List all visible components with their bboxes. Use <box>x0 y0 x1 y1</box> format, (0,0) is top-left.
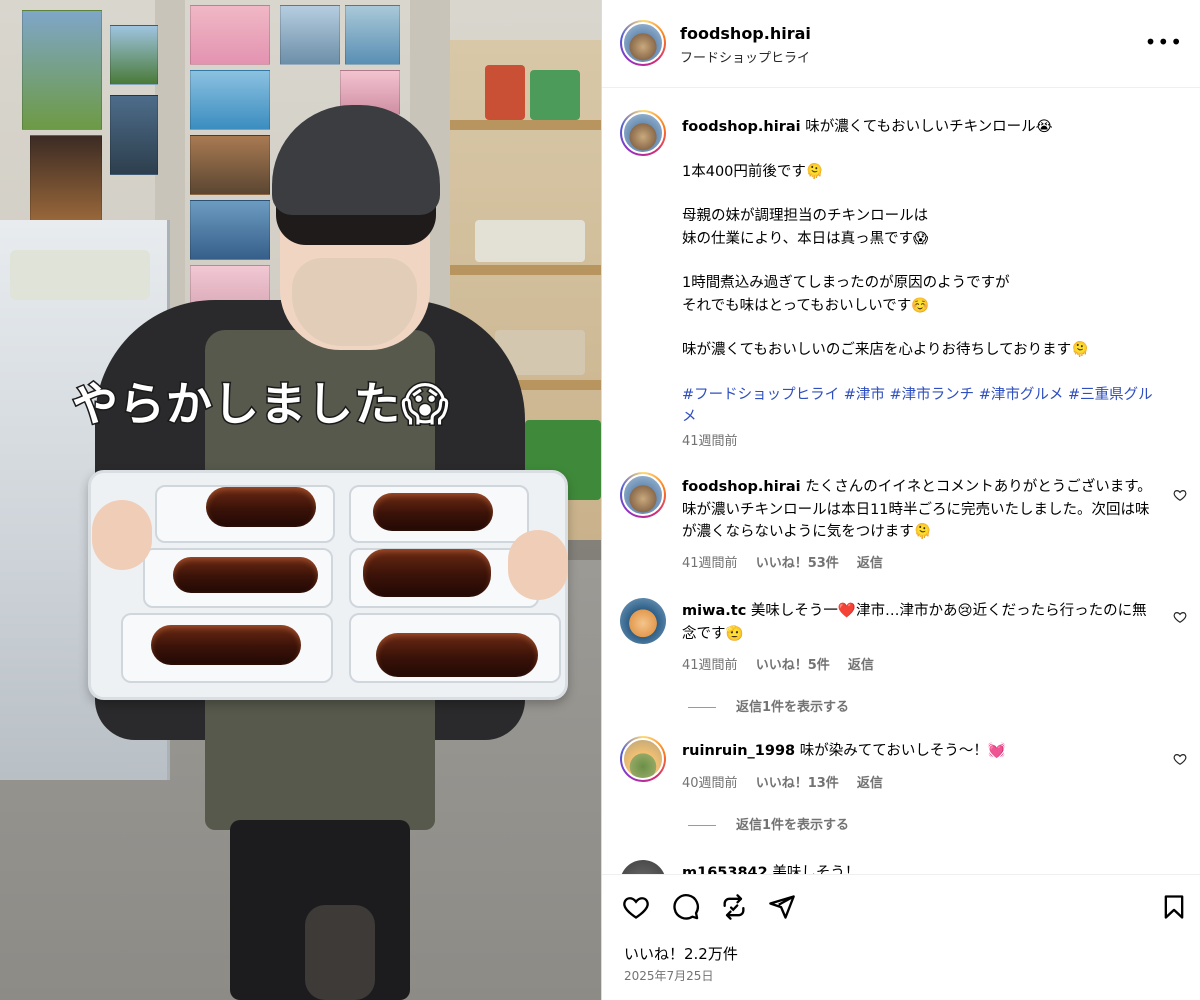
caption-line: それでも味はとってもおいしいです☺️ <box>682 297 930 314</box>
caption-line: 1時間煮込み過ぎてしまったのが原因のようですが <box>682 275 1010 291</box>
comment-body: 味が染みてておいしそう〜！💓 <box>799 743 1006 759</box>
chicken-roll <box>363 549 491 597</box>
avatar[interactable] <box>620 110 666 156</box>
comment-reply-button[interactable]: 返信 <box>848 658 874 673</box>
media-poster <box>30 135 102 225</box>
chicken-roll <box>376 633 538 677</box>
caption-line: 1本400円前後です🫠 <box>682 163 824 180</box>
header-subtitle[interactable]: フードショップヒライ <box>680 47 810 66</box>
caption-line: 味が濃くてもおいしいのご来店を心よりお待ちしております🫠 <box>682 342 1090 358</box>
view-replies-label: 返信1件を表示する <box>736 700 850 715</box>
media-poster <box>110 25 158 85</box>
comment-likes[interactable]: いいね！53件 <box>756 556 839 571</box>
media-poster <box>345 5 400 65</box>
comment-time: 41週間前 <box>682 658 738 673</box>
media-poster <box>22 10 102 130</box>
chicken-roll <box>151 625 301 665</box>
media-poster <box>190 135 270 195</box>
chicken-roll <box>173 557 318 593</box>
caption-username[interactable]: foodshop.hirai <box>682 119 801 135</box>
bookmark-icon[interactable] <box>1160 893 1188 921</box>
comment-like-heart-icon[interactable] <box>1173 752 1187 766</box>
comment-icon[interactable] <box>672 893 700 921</box>
comment-likes[interactable]: いいね！13件 <box>756 776 839 791</box>
shelf-goods <box>485 65 525 120</box>
avatar[interactable] <box>620 20 666 66</box>
person-hand <box>92 500 152 570</box>
comments-scroll-area[interactable]: foodshop.hirai 味が濃くてもおいしいチキンロール😭 1本400円前… <box>602 88 1200 874</box>
avatar[interactable] <box>620 736 666 782</box>
media-poster <box>110 95 158 175</box>
comment-like-heart-icon[interactable] <box>1173 488 1187 502</box>
comment-time: 41週間前 <box>682 556 738 571</box>
chicken-roll <box>206 487 316 527</box>
comment-meta: 41週間前 いいね！5件 返信 <box>682 654 888 673</box>
repost-icon[interactable] <box>720 893 748 921</box>
comment-time: 40週間前 <box>682 776 738 791</box>
shelf-goods <box>475 220 585 262</box>
heart-icon[interactable] <box>622 893 650 921</box>
comment-body: 美味しそう一❤️津市…津市かあ😢近くだったら行ったのに無念です🫡 <box>682 603 1147 642</box>
media-poster <box>190 5 270 65</box>
person-mask <box>292 258 417 346</box>
comment-like-heart-icon[interactable] <box>1173 610 1187 624</box>
comment-text: miwa.tc 美味しそう一❤️津市…津市かあ😢近くだったら行ったのに無念です🫡 <box>682 600 1152 645</box>
chicken-roll <box>373 493 493 531</box>
fridge-items <box>10 250 150 300</box>
view-replies-button[interactable]: 返信1件を表示する <box>688 696 849 715</box>
comment-meta: 40週間前 いいね！13件 返信 <box>682 772 897 791</box>
shelf-board <box>450 265 601 275</box>
view-replies-button[interactable]: 返信1件を表示する <box>688 814 849 833</box>
view-replies-label: 返信1件を表示する <box>736 818 850 833</box>
post-header: foodshop.hirai フードショップヒライ ••• <box>602 0 1200 88</box>
caption-line: 味が濃くてもおいしいチキンロール😭 <box>805 119 1053 135</box>
post-panel: foodshop.hirai フードショップヒライ ••• foodshop.h… <box>601 0 1200 1000</box>
comment-username[interactable]: foodshop.hirai <box>682 479 801 495</box>
avatar[interactable] <box>620 472 666 518</box>
avatar[interactable] <box>620 860 666 874</box>
caption-text: foodshop.hirai 味が濃くてもおいしいチキンロール😭 1本400円前… <box>682 116 1160 429</box>
share-icon[interactable] <box>768 893 796 921</box>
likes-count[interactable]: いいね！2.2万件 <box>624 943 738 964</box>
post-actions-bar: いいね！2.2万件 2025年7月25日 <box>602 874 1200 1000</box>
more-icon[interactable]: ••• <box>1145 30 1183 54</box>
media-poster <box>190 200 270 260</box>
header-username[interactable]: foodshop.hirai <box>680 24 811 43</box>
caption-hashtags[interactable]: #フードショップヒライ #津市 #津市ランチ #津市グルメ #三重県グルメ <box>682 384 1160 429</box>
person-hand <box>508 530 568 600</box>
media-poster <box>280 5 340 65</box>
caption-timestamp: 41週間前 <box>682 434 738 449</box>
media-overlay-text: やらかしました😱 <box>71 376 451 433</box>
comment-meta: 41週間前 いいね！53件 返信 <box>682 552 897 571</box>
caption-time: 41週間前 <box>682 430 752 449</box>
post-date: 2025年7月25日 <box>624 969 714 983</box>
comment-reply-button[interactable]: 返信 <box>857 556 883 571</box>
comment-username[interactable]: miwa.tc <box>682 603 746 619</box>
comment-text: m1653842 美味しそう！ <box>682 862 1152 874</box>
media-poster <box>190 70 270 130</box>
comment-body: 美味しそう！ <box>772 865 860 874</box>
comment-username[interactable]: ruinruin_1998 <box>682 743 795 759</box>
comment-likes[interactable]: いいね！5件 <box>756 658 830 673</box>
comment-text: ruinruin_1998 味が染みてておいしそう〜！💓 <box>682 740 1152 763</box>
food-tray <box>88 470 568 700</box>
comment-username[interactable]: m1653842 <box>682 865 768 874</box>
caption-line: 母親の妹が調理担当のチキンロールは <box>682 208 929 224</box>
shelf-goods <box>530 70 580 120</box>
comment-reply-button[interactable]: 返信 <box>857 776 883 791</box>
avatar[interactable] <box>620 598 666 644</box>
person-shoe <box>305 905 375 1000</box>
post-media[interactable]: やらかしました😱 <box>0 0 601 1000</box>
caption-line: 妹の仕業により、本日は真っ黒です😱 <box>682 230 929 247</box>
comment-text: foodshop.hirai たくさんのイイネとコメントありがとうございます。味… <box>682 476 1152 544</box>
shelf-board <box>450 120 601 130</box>
